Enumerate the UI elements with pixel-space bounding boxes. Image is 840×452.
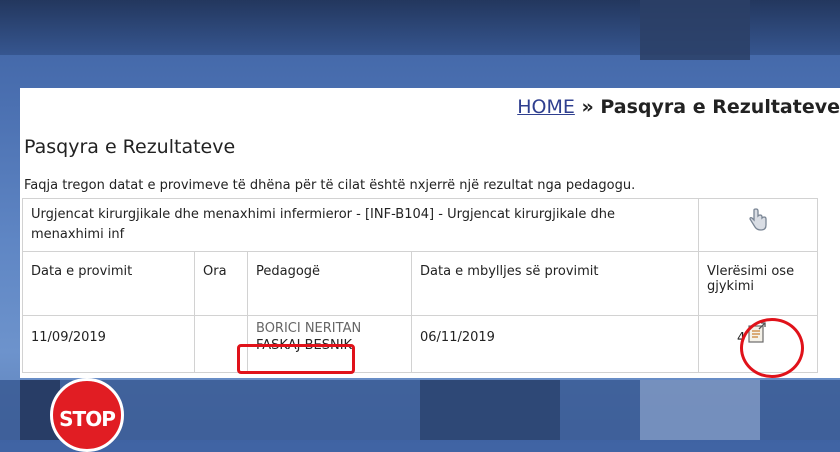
lecturer-name: BORICI NERITAN: [256, 321, 362, 336]
breadcrumb-separator: »: [581, 96, 594, 118]
breadcrumb: HOME » Pasqyra e Rezultateve: [517, 96, 840, 118]
page-title: Pasqyra e Rezultateve: [24, 136, 236, 158]
breadcrumb-current: Pasqyra e Rezultateve: [600, 96, 840, 118]
background-building: [420, 380, 560, 440]
lecturer-highlight-box: [237, 344, 355, 374]
exam-date-cell: 11/09/2019: [22, 315, 195, 373]
header-exam-date: Data e provimit: [22, 251, 195, 316]
results-panel: HOME » Pasqyra e Rezultateve Pasqyra e R…: [20, 88, 840, 378]
breadcrumb-home-link[interactable]: HOME: [517, 96, 575, 118]
course-title: Urgjencat kirurgjikale dhe menaxhimi inf…: [22, 198, 699, 252]
header-lecturers: Pedagogë: [247, 251, 412, 316]
results-table: Urgjencat kirurgjikale dhe menaxhimi inf…: [22, 198, 818, 373]
course-row: Urgjencat kirurgjikale dhe menaxhimi inf…: [22, 198, 818, 252]
hand-pointer-icon[interactable]: [746, 207, 770, 237]
header-grade: Vlerësimi ose gjykimi: [698, 251, 818, 316]
stop-logo: STOP: [50, 378, 124, 452]
course-action-cell: [698, 198, 818, 252]
course-title-line: Urgjencat kirurgjikale dhe menaxhimi inf…: [31, 207, 615, 222]
background-building: [640, 0, 750, 60]
header-time: Ora: [194, 251, 248, 316]
background-building: [640, 380, 760, 440]
table-row: 11/09/2019 BORICI NERITAN FASKAJ BESNIK …: [22, 315, 818, 373]
close-date-cell: 06/11/2019: [411, 315, 699, 373]
table-header-row: Data e provimit Ora Pedagogë Data e mbyl…: [22, 251, 818, 316]
course-title-line: menaxhimi inf: [31, 227, 125, 242]
header-close-date: Data e mbylljes së provimit: [411, 251, 699, 316]
grade-highlight-circle: [740, 318, 804, 378]
stop-logo-text: STOP: [59, 407, 116, 431]
page-description: Faqja tregon datat e provimeve të dhëna …: [24, 178, 636, 193]
